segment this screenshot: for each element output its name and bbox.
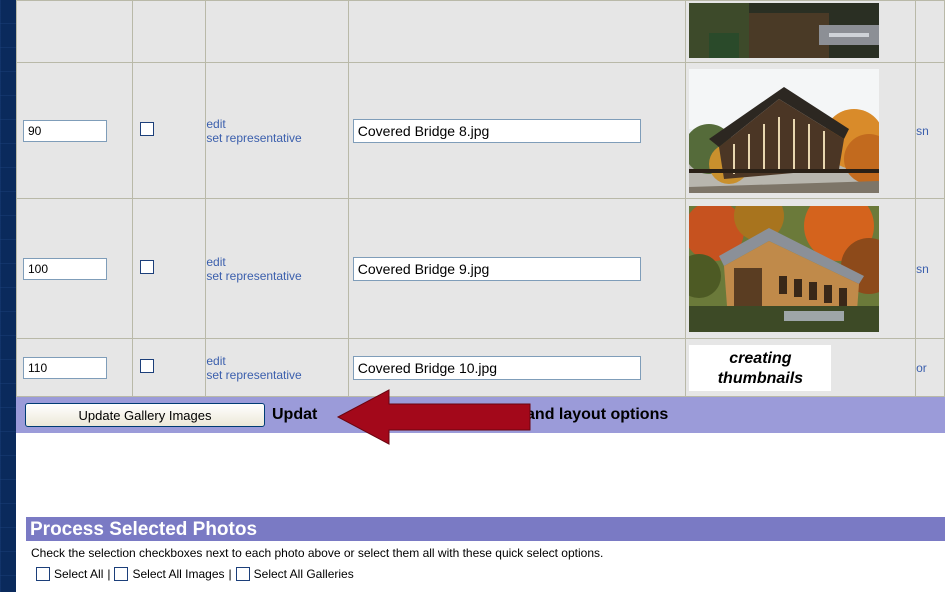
thumbnail-image[interactable] xyxy=(689,68,880,193)
links-cell xyxy=(205,0,349,63)
table-row: edit set representative xyxy=(16,62,945,199)
thumbnail-cell xyxy=(685,198,917,339)
sort-cell xyxy=(16,0,133,63)
edit-link[interactable]: edit xyxy=(206,117,347,131)
separator: | xyxy=(228,567,232,581)
select-all-images-label[interactable]: Select All Images xyxy=(132,567,224,581)
extra-cell: or xyxy=(915,338,945,397)
truncated-link[interactable]: sn xyxy=(917,262,929,276)
table-row: edit set representative xyxy=(16,198,945,339)
select-all-galleries-checkbox[interactable] xyxy=(235,567,250,581)
separator: | xyxy=(107,567,111,581)
name-cell xyxy=(347,62,687,199)
placeholder-line-1: creating xyxy=(729,349,792,367)
gallery-images-table: edit set representative xyxy=(16,0,945,397)
sort-order-input[interactable] xyxy=(23,119,107,142)
sort-cell xyxy=(16,62,133,199)
image-name-input[interactable] xyxy=(352,355,641,380)
gallery-editor: edit set representative xyxy=(16,0,945,592)
thumbnail-image[interactable] xyxy=(689,3,880,58)
thumbnail-cell xyxy=(685,0,917,63)
truncated-link[interactable]: sn xyxy=(917,124,929,138)
select-all-checkbox[interactable] xyxy=(36,567,50,581)
image-name-input[interactable] xyxy=(352,256,641,281)
select-all-label[interactable]: Select All xyxy=(54,567,103,581)
thumbnail-image[interactable] xyxy=(689,205,880,332)
sort-cell xyxy=(16,198,133,339)
select-cell xyxy=(131,0,207,63)
extra-cell: sn xyxy=(915,62,945,199)
thumbnail-cell xyxy=(685,62,917,199)
select-cell xyxy=(131,198,207,339)
process-description: Check the selection checkboxes next to e… xyxy=(31,546,604,560)
extra-cell: sn xyxy=(915,198,945,339)
edit-link[interactable]: edit xyxy=(206,255,347,269)
quick-select-options: Select All | Select All Images | Select … xyxy=(36,567,354,581)
set-representative-link[interactable]: set representative xyxy=(206,131,347,145)
select-checkbox[interactable] xyxy=(139,359,154,373)
select-cell xyxy=(131,338,207,397)
process-selected-header: Process Selected Photos xyxy=(26,517,945,541)
name-cell xyxy=(347,0,687,63)
table-row xyxy=(16,0,945,63)
select-all-images-checkbox[interactable] xyxy=(114,567,129,581)
name-cell xyxy=(347,198,687,339)
placeholder-line-2: thumbnails xyxy=(717,369,804,387)
image-name-input[interactable] xyxy=(352,118,641,143)
select-checkbox[interactable] xyxy=(139,260,154,274)
sort-order-input[interactable] xyxy=(23,356,107,379)
sort-order-input[interactable] xyxy=(23,257,107,280)
truncated-link[interactable]: or xyxy=(917,361,927,375)
select-checkbox[interactable] xyxy=(139,122,154,136)
links-cell: edit set representative xyxy=(205,62,349,199)
annotation-arrow-icon xyxy=(336,389,531,445)
thumbnail-placeholder: creating thumbnails xyxy=(689,344,832,391)
set-representative-link[interactable]: set representative xyxy=(206,368,347,382)
select-cell xyxy=(131,62,207,199)
edit-link[interactable]: edit xyxy=(206,354,347,368)
update-gallery-images-button[interactable]: Update Gallery Images xyxy=(25,403,265,427)
set-representative-link[interactable]: set representative xyxy=(206,269,347,283)
links-cell: edit set representative xyxy=(205,338,349,397)
update-text-left: Updat xyxy=(272,406,318,423)
select-all-galleries-label[interactable]: Select All Galleries xyxy=(254,567,354,581)
thumbnail-cell: creating thumbnails xyxy=(685,338,917,397)
extra-cell xyxy=(915,0,945,63)
sort-cell xyxy=(16,338,133,397)
links-cell: edit set representative xyxy=(205,198,349,339)
